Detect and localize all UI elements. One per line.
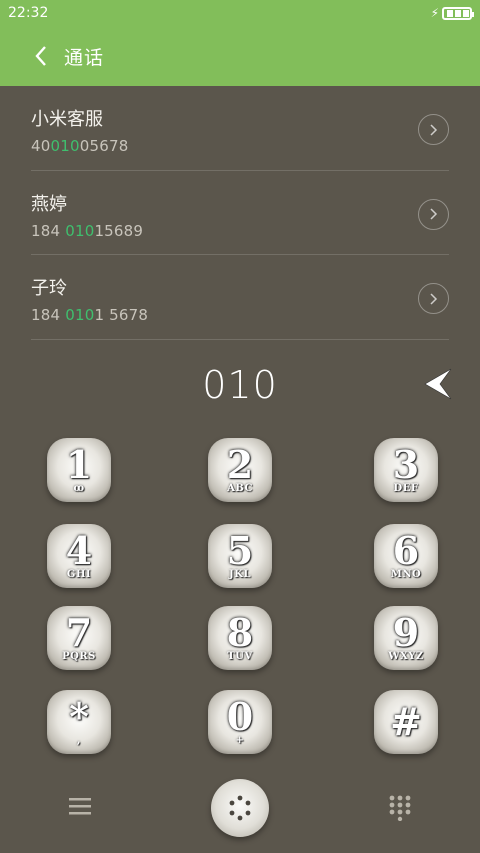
- dial-pad-icon: [229, 795, 251, 821]
- contact-name: 子玲: [31, 278, 67, 299]
- contact-number: 4001005678: [31, 137, 129, 155]
- charging-icon: ⚡: [430, 6, 439, 20]
- key-4[interactable]: 4 GHI: [47, 524, 111, 588]
- key-9[interactable]: 9 WXYZ: [374, 606, 438, 670]
- status-time: 22:32: [8, 5, 49, 21]
- chevron-right-icon: [429, 123, 437, 136]
- dialed-number: 010: [202, 363, 278, 407]
- battery-indicator: ⚡: [430, 6, 474, 20]
- contact-item[interactable]: 燕婷 184 01015689: [31, 171, 449, 255]
- contact-number: 184 0101 5678: [31, 306, 149, 324]
- page-title: 通话: [64, 46, 105, 69]
- app-header: 通话: [0, 26, 480, 86]
- chevron-right-icon: [429, 208, 437, 220]
- chevron-right-icon: [429, 292, 437, 305]
- bottom-action-bar: [0, 776, 480, 840]
- contact-number: 184 01015689: [31, 221, 144, 240]
- dial-display: 010: [0, 358, 480, 412]
- contact-name: 小米客服: [31, 109, 103, 130]
- dial-call-button[interactable]: [211, 779, 269, 837]
- key-star[interactable]: *,: [47, 690, 111, 754]
- contact-item[interactable]: 子玲 184 0101 5678: [31, 255, 449, 340]
- key-2[interactable]: 2 ABC: [208, 438, 272, 502]
- key-7[interactable]: 7 PQRS: [47, 606, 111, 670]
- contact-detail-button[interactable]: [418, 114, 449, 145]
- key-3[interactable]: 3 DEF: [374, 438, 438, 502]
- contact-detail-button[interactable]: [418, 283, 449, 314]
- key-5[interactable]: 5 JKL: [208, 524, 272, 588]
- back-button[interactable]: [26, 45, 56, 67]
- status-bar: 22:32 ⚡: [0, 0, 480, 26]
- chevron-left-icon: [35, 46, 46, 66]
- menu-icon[interactable]: [68, 796, 92, 816]
- contact-detail-button[interactable]: [418, 198, 449, 230]
- contact-name: 燕婷: [31, 193, 67, 215]
- contact-suggestion-list: 小米客服 4001005678 燕婷 184 01015689 子玲 184 0…: [31, 86, 449, 340]
- backspace-button[interactable]: [423, 366, 453, 402]
- battery-icon: [442, 6, 474, 20]
- key-0[interactable]: 0 +: [208, 690, 272, 754]
- keypad-grid-icon[interactable]: [389, 795, 411, 821]
- contact-item[interactable]: 小米客服 4001005678: [31, 86, 449, 171]
- key-8[interactable]: 8 TUV: [208, 606, 272, 670]
- key-hash[interactable]: #: [374, 690, 438, 754]
- key-1[interactable]: 1ꝏ: [47, 438, 111, 502]
- key-6[interactable]: 6 MNO: [374, 524, 438, 588]
